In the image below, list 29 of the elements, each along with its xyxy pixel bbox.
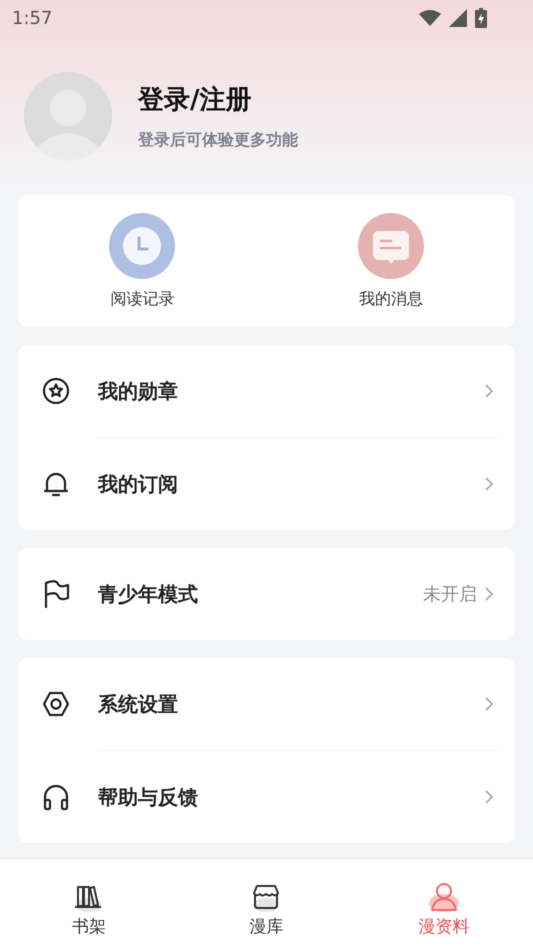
chevron-icon bbox=[485, 384, 493, 398]
shortcut-label[interactable]: 阅读记录 bbox=[110, 287, 174, 311]
signal-icon bbox=[449, 9, 467, 27]
menu-item[interactable]: 我的勋章 bbox=[98, 376, 485, 406]
chevron-icon bbox=[485, 697, 493, 711]
status-time: 1:57 bbox=[12, 6, 52, 30]
battery-icon bbox=[475, 8, 487, 28]
shortcut-label[interactable]: 我的消息 bbox=[358, 287, 423, 311]
chevron-icon bbox=[485, 790, 493, 804]
flag-icon bbox=[42, 580, 70, 608]
nav-tab[interactable]: 漫库 bbox=[178, 859, 356, 948]
menu-item[interactable]: 青少年模式 bbox=[98, 579, 423, 609]
wifi-icon bbox=[419, 10, 441, 26]
message-icon[interactable] bbox=[358, 213, 424, 279]
chevron-icon bbox=[485, 587, 493, 601]
login-link[interactable]: 登录/注册 bbox=[138, 80, 298, 120]
menu-item[interactable]: 我的订阅 bbox=[98, 469, 485, 499]
status-value: 未开启 bbox=[423, 582, 477, 606]
chevron-icon bbox=[485, 477, 493, 491]
menu-item[interactable]: 系统设置 bbox=[98, 689, 485, 719]
login-hint: 登录后可体验更多功能 bbox=[138, 128, 298, 150]
nav-tab[interactable]: 漫资料 bbox=[355, 859, 533, 948]
nav-tab[interactable]: 书架 bbox=[0, 859, 178, 948]
menu-item[interactable]: 帮助与反馈 bbox=[98, 782, 485, 812]
history-icon[interactable] bbox=[109, 213, 176, 279]
medal-icon bbox=[42, 377, 70, 405]
settings-icon bbox=[42, 690, 70, 718]
headset-icon bbox=[42, 783, 70, 811]
bell-icon bbox=[42, 470, 70, 498]
